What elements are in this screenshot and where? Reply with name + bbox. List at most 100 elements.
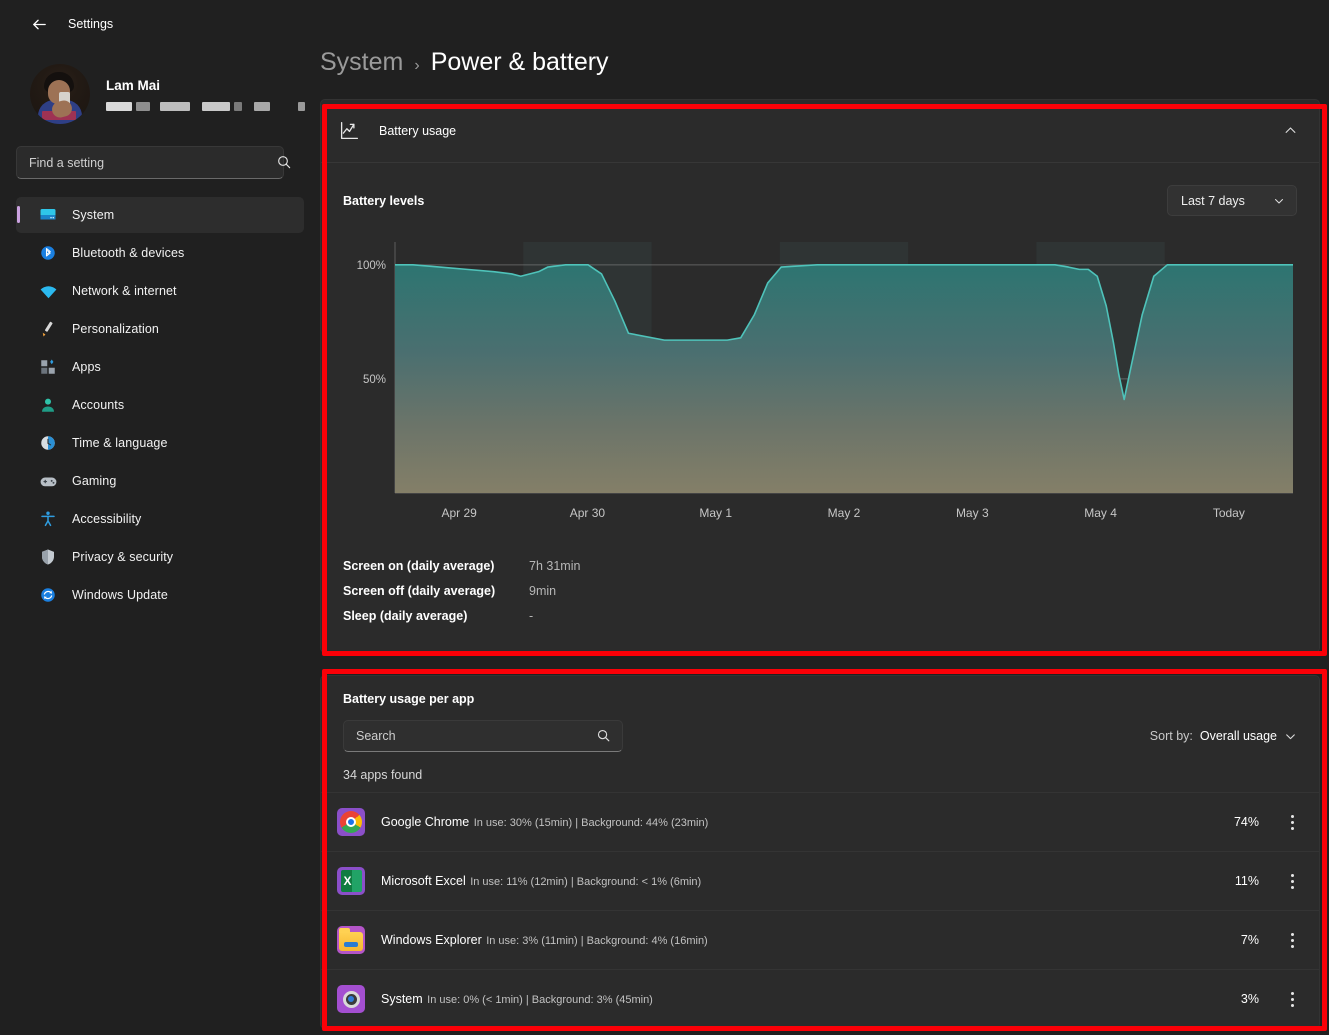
folder-icon bbox=[337, 926, 365, 954]
app-usage-detail: In use: 11% (12min) | Background: < 1% (… bbox=[470, 876, 702, 888]
apps-search-input[interactable] bbox=[343, 720, 623, 752]
sidebar-item-personalization[interactable]: Personalization bbox=[16, 311, 304, 347]
sort-by-value: Overall usage bbox=[1199, 729, 1277, 743]
app-percent: 3% bbox=[1240, 992, 1259, 1006]
title-bar: Settings bbox=[16, 0, 304, 48]
table-row[interactable]: Google Chrome In use: 30% (15min) | Back… bbox=[321, 792, 1319, 851]
app-percent: 74% bbox=[1233, 815, 1259, 829]
time-range-value: Last 7 days bbox=[1181, 193, 1245, 208]
app-percent: 7% bbox=[1240, 933, 1259, 947]
app-usage-detail: In use: 30% (15min) | Background: 44% (2… bbox=[473, 817, 709, 829]
shield-icon bbox=[38, 547, 58, 567]
sidebar-item-apps[interactable]: Apps bbox=[16, 349, 304, 385]
more-vertical-icon[interactable] bbox=[1281, 809, 1303, 835]
more-vertical-icon[interactable] bbox=[1281, 986, 1303, 1012]
back-arrow-icon bbox=[32, 19, 46, 29]
bluetooth-icon bbox=[38, 243, 58, 263]
sidebar-item-accessibility[interactable]: Accessibility bbox=[16, 501, 304, 537]
battery-usage-per-app-card: Battery usage per app Sort by: Overall u… bbox=[320, 675, 1320, 1029]
sidebar-item-accounts[interactable]: Accounts bbox=[16, 387, 304, 423]
update-refresh-icon bbox=[38, 585, 58, 605]
stat-label: Screen off (daily average) bbox=[343, 583, 496, 598]
apps-search bbox=[343, 720, 623, 752]
svg-text:Apr 30: Apr 30 bbox=[570, 506, 606, 520]
more-vertical-icon[interactable] bbox=[1281, 868, 1303, 894]
app-name: Windows Explorer bbox=[381, 933, 482, 947]
redaction-block bbox=[254, 102, 270, 111]
sort-by-label: Sort by: bbox=[1149, 729, 1193, 743]
app-usage-detail: In use: 3% (11min) | Background: 4% (16m… bbox=[486, 935, 708, 947]
sidebar-item-label: Windows Update bbox=[72, 588, 168, 602]
sidebar-item-label: Accounts bbox=[72, 398, 125, 412]
chevron-down-icon bbox=[1273, 195, 1285, 207]
table-row[interactable]: Windows Explorer In use: 3% (11min) | Ba… bbox=[321, 910, 1319, 969]
more-vertical-icon[interactable] bbox=[1281, 927, 1303, 953]
app-meta: Google Chrome In use: 30% (15min) | Back… bbox=[381, 813, 1234, 831]
sidebar-item-gaming[interactable]: Gaming bbox=[16, 463, 304, 499]
stat-value: 7h 31min bbox=[529, 558, 581, 573]
stat-label: Sleep (daily average) bbox=[343, 608, 468, 623]
apps-toolbar: Sort by: Overall usage bbox=[321, 706, 1319, 752]
sort-by-select[interactable]: Sort by: Overall usage bbox=[1150, 729, 1297, 743]
settings-window: Settings Lam Mai Find a setting System B… bbox=[0, 0, 1329, 1035]
svg-text:May 2: May 2 bbox=[828, 506, 861, 520]
svg-text:May 4: May 4 bbox=[1084, 506, 1117, 520]
battery-stats: Screen on (daily average) 7h 31min Scree… bbox=[321, 535, 1319, 652]
sidebar-item-label: Network & internet bbox=[72, 284, 177, 298]
battery-usage-header[interactable]: Battery usage bbox=[321, 100, 1319, 162]
breadcrumb-separator-icon: › bbox=[414, 57, 420, 74]
settings-search bbox=[16, 146, 304, 179]
monitor-icon bbox=[38, 205, 58, 225]
app-meta: Windows Explorer In use: 3% (11min) | Ba… bbox=[381, 931, 1241, 949]
chevron-up-icon[interactable] bbox=[1283, 123, 1299, 139]
breadcrumb: System › Power & battery bbox=[320, 0, 1305, 99]
accessibility-icon bbox=[38, 509, 58, 529]
paintbrush-icon bbox=[38, 319, 58, 339]
user-profile[interactable]: Lam Mai bbox=[16, 48, 305, 138]
sidebar: Settings Lam Mai Find a setting System B… bbox=[0, 0, 320, 1035]
svg-text:May 3: May 3 bbox=[956, 506, 989, 520]
sidebar-item-privacy-security[interactable]: Privacy & security bbox=[16, 539, 304, 575]
redaction-block bbox=[298, 102, 305, 111]
sidebar-item-label: Personalization bbox=[72, 322, 159, 336]
app-name: Google Chrome bbox=[381, 815, 470, 829]
table-row[interactable]: X Microsoft Excel In use: 11% (12min) | … bbox=[321, 851, 1319, 910]
app-meta: System In use: 0% (< 1min) | Background:… bbox=[381, 990, 1241, 1008]
gamepad-icon bbox=[38, 471, 58, 491]
battery-levels-header: Battery levels Last 7 days bbox=[321, 163, 1319, 216]
svg-text:50%: 50% bbox=[363, 374, 386, 386]
time-range-select[interactable]: Last 7 days bbox=[1167, 185, 1297, 216]
person-icon bbox=[38, 395, 58, 415]
redaction-block bbox=[136, 102, 150, 111]
main-content: System › Power & battery Battery usage B… bbox=[320, 0, 1329, 1035]
sidebar-item-system[interactable]: System bbox=[16, 197, 304, 233]
redaction-block bbox=[202, 102, 230, 111]
avatar bbox=[30, 64, 90, 124]
table-row[interactable]: System In use: 0% (< 1min) | Background:… bbox=[321, 969, 1319, 1028]
line-chart-icon bbox=[339, 120, 361, 142]
chrome-icon bbox=[337, 808, 365, 836]
stat-row: Screen off (daily average) 9min bbox=[343, 578, 1297, 603]
battery-levels-title: Battery levels bbox=[343, 193, 425, 208]
stat-value: 9min bbox=[529, 583, 557, 598]
search-input[interactable] bbox=[16, 146, 284, 179]
apps-found-count: 34 apps found bbox=[343, 768, 423, 782]
back-button[interactable] bbox=[24, 9, 54, 39]
sidebar-nav: System Bluetooth & devices Network & int… bbox=[16, 197, 304, 613]
battery-usage-title: Battery usage bbox=[379, 124, 457, 138]
window-title: Settings bbox=[68, 17, 114, 31]
breadcrumb-root[interactable]: System bbox=[320, 48, 403, 77]
page-title: Power & battery bbox=[430, 48, 609, 76]
svg-text:Apr 29: Apr 29 bbox=[441, 506, 477, 520]
sidebar-item-network-internet[interactable]: Network & internet bbox=[16, 273, 304, 309]
battery-usage-card: Battery usage Battery levels Last 7 days bbox=[320, 99, 1320, 653]
apps-grid-icon bbox=[38, 357, 58, 377]
battery-levels-chart: 100% 50% Apr 29 Apr 30 May 1 May 2 May 3 May 4… bbox=[321, 216, 1319, 535]
redaction-block bbox=[160, 102, 190, 111]
sidebar-item-time-language[interactable]: Time & language bbox=[16, 425, 304, 461]
battery-level-area-chart: 100% 50% Apr 29 Apr 30 May 1 May 2 May 3 May 4… bbox=[357, 242, 1293, 520]
sidebar-item-bluetooth-devices[interactable]: Bluetooth & devices bbox=[16, 235, 304, 271]
sidebar-item-label: Bluetooth & devices bbox=[72, 246, 185, 260]
sidebar-item-windows-update[interactable]: Windows Update bbox=[16, 577, 304, 613]
app-usage-detail: In use: 0% (< 1min) | Background: 3% (45… bbox=[427, 994, 653, 1006]
